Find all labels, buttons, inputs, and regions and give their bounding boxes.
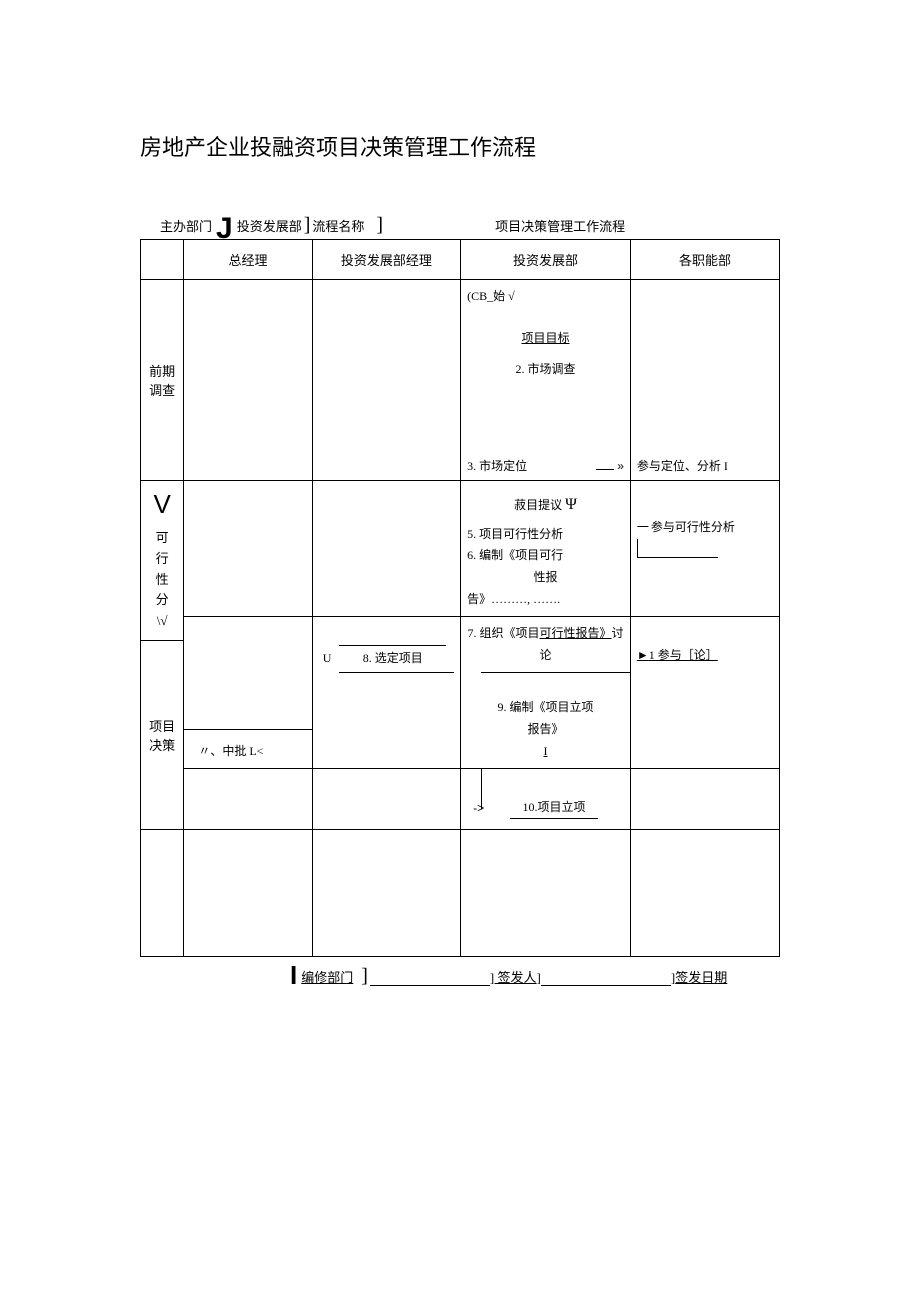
bracket-icon: ] — [361, 965, 368, 988]
cell-mgr-4 — [312, 769, 460, 830]
cell-func-1: 参与定位、分析 I — [630, 280, 779, 481]
cell-gm-2 — [184, 481, 312, 617]
cell-mgr-5 — [312, 830, 460, 957]
compile-proposal-a: 9. 编制《项目立项 — [467, 697, 624, 719]
table-row: -> 10.项目立项 — [141, 769, 780, 830]
footer-row: I 编修部门 ] ] 签发人 ] ] 签发日期 — [290, 963, 780, 986]
market-positioning: 3. 市场定位 — [467, 457, 527, 474]
cell-dept-4: -> 10.项目立项 — [461, 769, 631, 830]
bracket-icon: ] — [537, 970, 541, 986]
letter-j-icon: J — [216, 219, 233, 239]
compile-report-a: 6. 编制《项目可行 — [467, 545, 624, 567]
participate-discussion: 1 参与［论］ — [649, 648, 718, 662]
stage-empty — [141, 830, 184, 957]
project-goal: 项目目标 — [521, 331, 569, 345]
sign-date-label: 签发日期 — [675, 967, 727, 986]
letter-u: U — [323, 648, 332, 670]
market-survey: 2. 市场调查 — [467, 359, 624, 381]
psi-icon: Ψ — [565, 496, 577, 513]
host-dept-label: 主办部门 — [160, 216, 212, 235]
cell-mgr-3: U 8. 选定项目 — [312, 617, 460, 769]
cell-gm-3: 〃、中批 L< — [184, 617, 312, 769]
organize-discussion-a: 7. 组织《项目 — [467, 626, 539, 640]
cell-dept-2: 菽目提议 Ψ 5. 项目可行性分析 6. 编制《项目可行 性报 告》………, …… — [461, 481, 631, 617]
flow-name-value: 项目决策管理工作流程 — [495, 216, 625, 235]
feasibility-analysis: 5. 项目可行性分析 — [467, 524, 624, 546]
organize-discussion-b: 可行性报告》 — [539, 626, 611, 640]
col-func: 各职能部 — [630, 240, 779, 280]
cell-dept-1: (CB_始 √ 项目目标 2. 市场调查 3. 市场定位 » — [461, 280, 631, 481]
table-row: 前期调查 (CB_始 √ 项目目标 2. 市场调查 3. 市场定位 » — [141, 280, 780, 481]
flow-name-label: 流程名称 — [312, 216, 364, 235]
col-mgr: 投资发展部经理 — [312, 240, 460, 280]
bracket-icon: ] — [304, 214, 311, 237]
cell-func-5 — [630, 830, 779, 957]
cell-gm-5 — [184, 830, 312, 957]
select-project: 8. 选定项目 — [363, 651, 423, 665]
arrow-right-icon: ► — [637, 648, 649, 662]
participate-positioning: 参与定位、分析 I — [637, 459, 728, 473]
table-row: V 可 行 性 分 \√ 菽目提议 Ψ 5. 项目可行性分析 — [141, 481, 780, 617]
col-stage — [141, 240, 184, 280]
letter-i: I — [513, 741, 577, 763]
table-header-row: 总经理 投资发展部经理 投资发展部 各职能部 — [141, 240, 780, 280]
participate-feasibility: 参与可行性分析 — [651, 517, 735, 539]
signer-label: ] 签发人 — [490, 967, 537, 986]
edit-dept-label: 编修部门 — [301, 967, 353, 986]
cell-dept-3: 7. 组织《项目可行性报告》讨论 9. 编制《项目立项 报告》 I — [461, 617, 631, 769]
arrow-right-icon: -> — [473, 798, 484, 820]
cell-func-3: ►1 参与［论］ — [630, 617, 779, 769]
document-page: 房地产企业投融资项目决策管理工作流程 主办部门 J 投资发展部 ] 流程名称 ]… — [0, 0, 920, 1046]
bracket-icon: ] — [376, 214, 383, 237]
compile-report-b: 性报 — [467, 567, 624, 589]
compile-report-c: 告》………, ……. — [467, 589, 624, 611]
host-dept-value: 投资发展部 — [237, 216, 302, 235]
cell-func-2: 一 参与可行性分析 — [630, 481, 779, 617]
header-row: 主办部门 J 投资发展部 ] 流程名称 ] 项目决策管理工作流程 — [160, 212, 780, 235]
approval: 〃、中批 L< — [198, 744, 263, 758]
stage-decision: 项目决策 — [141, 640, 184, 829]
arrow-right-icon: » — [617, 459, 624, 473]
cell-gm-4 — [184, 769, 312, 830]
table-row: 〃、中批 L< U 8. 选定项目 7. 组织《项目可行性报告》讨论 — [141, 617, 780, 641]
document-title: 房地产企业投融资项目决策管理工作流程 — [140, 130, 780, 162]
col-dept: 投资发展部 — [461, 240, 631, 280]
dash-icon: 一 — [637, 517, 649, 539]
table-row — [141, 830, 780, 957]
feasibility-label: 可 行 性 分 \√ — [145, 528, 179, 632]
cell-gm-1 — [184, 280, 312, 481]
cell-mgr-2 — [312, 481, 460, 617]
letter-v-icon: V — [145, 489, 179, 520]
col-gm: 总经理 — [184, 240, 312, 280]
project-suggestion: 菽目提议 — [514, 498, 562, 512]
compile-proposal-b: 报告》 — [467, 719, 624, 741]
flow-table: 总经理 投资发展部经理 投资发展部 各职能部 前期调查 (CB_始 √ 项目目标… — [140, 239, 780, 957]
cell-dept-5 — [461, 830, 631, 957]
start-marker: (CB_始 √ — [467, 286, 624, 308]
project-establish: 10.项目立项 — [510, 797, 597, 820]
letter-i-icon: I — [290, 964, 297, 986]
cell-mgr-1 — [312, 280, 460, 481]
cell-func-4 — [630, 769, 779, 830]
stage-feasibility: V 可 行 性 分 \√ — [141, 481, 184, 641]
stage-preliminary: 前期调查 — [141, 280, 184, 481]
